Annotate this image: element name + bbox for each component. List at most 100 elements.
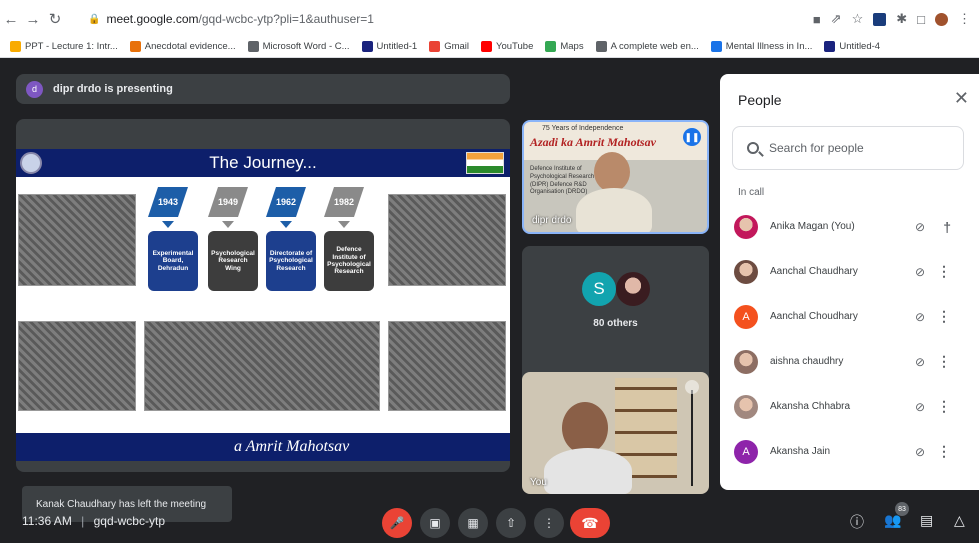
bookmark-item[interactable]: YouTube (481, 40, 533, 52)
activities-icon[interactable]: △ (954, 512, 965, 529)
slide-photo (18, 194, 136, 286)
window-icon[interactable]: □ (917, 12, 925, 27)
self-video-tile[interactable]: You (522, 372, 709, 494)
bookmark-label: Maps (560, 40, 584, 52)
participant-avatar (734, 394, 758, 419)
captions-button[interactable]: ▦ (458, 508, 488, 538)
bookmark-label: A complete web en... (610, 40, 699, 52)
menu-kebab-icon[interactable]: ⋮ (958, 11, 971, 27)
camera-button[interactable]: ▣ (420, 508, 450, 538)
slide-header: The Journey... (16, 149, 510, 177)
participant-row[interactable]: Aanchal Chaudhary ⊘ ⋮ (720, 249, 979, 294)
drdo-emblem-icon (20, 152, 42, 174)
extension-icon[interactable] (873, 12, 887, 26)
bookmark-item[interactable]: Gmail (429, 40, 470, 52)
mic-muted-icon: ⊘ (914, 264, 925, 279)
others-count: 80 others (593, 318, 638, 329)
profile-avatar-icon[interactable] (935, 12, 948, 26)
bottom-bar: 11:36 AM | gqd-wcbc-ytp 🎤 ▣ ▦ ⇧ ⋮ ☎ ⓘ 👥 … (0, 500, 979, 543)
presenter-avatar: d (26, 80, 43, 98)
search-field[interactable] (732, 126, 964, 170)
participant-name: Aanchal Chaudhary (770, 266, 858, 277)
self-tile-name: You (530, 477, 547, 488)
mic-off-button[interactable]: 🎤 (382, 508, 412, 538)
bookmark-label: PPT - Lecture 1: Intr... (25, 40, 118, 52)
bookmark-item[interactable]: PPT - Lecture 1: Intr... (10, 40, 118, 52)
presenter-video-tile[interactable]: 75 Years of Independence Azadi ka Amrit … (522, 120, 709, 234)
tile-menu-icon[interactable] (685, 380, 699, 394)
bookmark-item[interactable]: Untitled-1 (361, 40, 417, 52)
bookmark-item[interactable]: Maps (545, 40, 584, 52)
people-panel: People ✕ In call Anika Magan (You) ⊘ † Aanc… (720, 74, 979, 490)
slide-photo (18, 321, 136, 411)
camera-indicator-icon[interactable]: ■ (813, 12, 821, 27)
search-input[interactable] (769, 141, 949, 155)
participant-row[interactable]: Anika Magan (You) ⊘ † (720, 204, 979, 249)
participant-row[interactable]: A Akansha Jain ⊘ ⋮ (720, 429, 979, 474)
mic-muted-icon: ⊘ (914, 399, 925, 414)
back-icon[interactable]: ← (0, 11, 22, 28)
search-icon (747, 142, 759, 154)
star-icon[interactable]: ☆ (852, 11, 864, 27)
bookmark-item[interactable]: Untitled-4 (824, 40, 880, 52)
presenting-banner: d dipr drdo is presenting (16, 74, 510, 104)
slide: The Journey... 1943 1949 1962 1982 Exper… (16, 149, 510, 461)
participant-avatar (734, 214, 758, 239)
more-options-icon[interactable]: ⋮ (937, 308, 951, 325)
mic-muted-icon: ⊘ (914, 354, 925, 369)
bookmark-item[interactable]: Anecdotal evidence... (129, 40, 236, 52)
participant-row[interactable]: aishna chaudhry ⊘ ⋮ (720, 339, 979, 384)
bookmark-favicon-icon (247, 40, 259, 52)
chat-icon[interactable]: ▤ (920, 512, 933, 529)
more-options-icon[interactable]: ⋮ (937, 443, 951, 460)
more-options-icon[interactable]: ⋮ (937, 398, 951, 415)
present-button[interactable]: ⇧ (496, 508, 526, 538)
timeline-arrow (338, 221, 350, 228)
participant-name: Akansha Chhabra (770, 401, 851, 412)
bookmark-favicon-icon (361, 40, 373, 52)
slide-footer: a Amrit Mahotsav (16, 433, 510, 461)
forward-icon[interactable]: → (22, 11, 44, 28)
participant-avatar: A (734, 439, 758, 464)
participant-avatar: A (734, 304, 758, 329)
bookmark-favicon-icon (710, 40, 722, 52)
slide-photo (388, 321, 506, 411)
more-options-icon[interactable]: ⋮ (937, 353, 951, 370)
meeting-code: gqd-wcbc-ytp (93, 514, 165, 528)
timeline-arrow (222, 221, 234, 228)
participant-photo-avatar (616, 272, 650, 306)
self-body (544, 448, 632, 494)
participant-row[interactable]: A Aanchal Choudhary ⊘ ⋮ (720, 294, 979, 339)
lamp-background (681, 390, 703, 486)
participant-name: Aanchal Choudhary (770, 311, 858, 322)
meeting-details-icon[interactable]: ⓘ (850, 512, 864, 532)
end-call-button[interactable]: ☎ (570, 508, 610, 538)
share-icon[interactable]: ⇗ (831, 11, 842, 27)
meet-area: d dipr drdo is presenting The Journey...… (0, 58, 979, 543)
participant-row[interactable]: Akansha Chhabra ⊘ ⋮ (720, 384, 979, 429)
india-flag-icon (466, 152, 504, 174)
presentation-stage[interactable]: The Journey... 1943 1949 1962 1982 Exper… (16, 119, 510, 472)
bookmark-label: Gmail (444, 40, 470, 52)
more-options-icon[interactable]: ⋮ (937, 263, 951, 280)
reload-icon[interactable]: ↻ (44, 10, 66, 28)
bookmark-item[interactable]: Mental Illness in In... (710, 40, 812, 52)
bookmark-favicon-icon (545, 40, 557, 52)
bookmark-favicon-icon (595, 40, 607, 52)
bookmark-favicon-icon (10, 40, 21, 52)
slide-title: The Journey... (209, 153, 317, 172)
bookmark-item[interactable]: A complete web en... (595, 40, 699, 52)
slide-photo (144, 321, 380, 411)
bookmark-item[interactable]: Microsoft Word - C... (247, 40, 350, 52)
close-icon[interactable]: ✕ (954, 88, 969, 109)
participant-avatar (734, 259, 758, 284)
more-options-button[interactable]: ⋮ (534, 508, 564, 538)
history-unit: Experimental Board, Dehradun (148, 231, 198, 291)
pin-icon[interactable]: † (943, 219, 951, 235)
participant-avatar (734, 349, 758, 374)
bookmarks-bar: PPT - Lecture 1: Intr... Anecdotal eviden… (0, 36, 979, 56)
address-bar[interactable]: 🔒 meet.google.com /gqd-wcbc-ytp?pli=1&au… (88, 6, 374, 32)
timeline-arrow (162, 221, 174, 228)
banner-line1: 75 Years of Independence (542, 125, 624, 132)
extensions-puzzle-icon[interactable]: ✱ (896, 11, 907, 27)
